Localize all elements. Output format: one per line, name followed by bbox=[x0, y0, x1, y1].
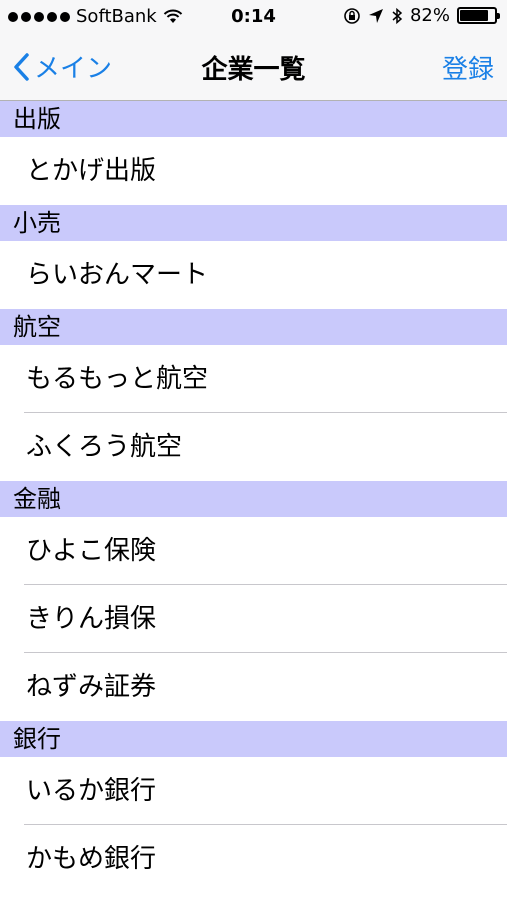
company-row[interactable]: きりん損保 bbox=[0, 585, 507, 653]
location-arrow-icon bbox=[368, 8, 383, 23]
battery-icon bbox=[457, 7, 500, 24]
top-bar: SoftBank 0:14 82% メイン 企業一覧 登録 bbox=[0, 0, 507, 101]
app-screen: SoftBank 0:14 82% メイン 企業一覧 登録 出版 とかげ出版 小… bbox=[0, 0, 507, 900]
status-bar: SoftBank 0:14 82% bbox=[0, 0, 507, 34]
status-right: 82% bbox=[343, 5, 500, 26]
bluetooth-icon bbox=[392, 7, 403, 24]
company-row[interactable]: とかげ出版 bbox=[0, 137, 507, 205]
section-header: 金融 bbox=[0, 481, 507, 517]
company-row[interactable]: ひよこ保険 bbox=[0, 517, 507, 585]
company-row[interactable]: ねずみ証券 bbox=[0, 653, 507, 721]
rotation-lock-icon bbox=[344, 7, 360, 24]
section-header: 小売 bbox=[0, 205, 507, 241]
battery-percent: 82% bbox=[409, 5, 450, 26]
company-row[interactable]: もるもっと航空 bbox=[0, 345, 507, 413]
battery-level-fill bbox=[460, 10, 488, 21]
navigation-bar: メイン 企業一覧 登録 bbox=[0, 34, 507, 100]
company-row[interactable]: かもめ銀行 bbox=[0, 825, 507, 893]
company-row[interactable]: らいおんマート bbox=[0, 241, 507, 309]
company-row[interactable]: いるか銀行 bbox=[0, 757, 507, 825]
section-header: 銀行 bbox=[0, 721, 507, 757]
page-title: 企業一覧 bbox=[201, 55, 306, 85]
section-header: 航空 bbox=[0, 309, 507, 345]
company-list: 出版 とかげ出版 小売 らいおんマート 航空 もるもっと航空 ふくろう航空 金融 ひよこ保険 きり… bbox=[0, 101, 507, 893]
section-header: 出版 bbox=[0, 101, 507, 137]
company-row[interactable]: ふくろう航空 bbox=[0, 413, 507, 481]
register-button[interactable]: 登録 bbox=[442, 49, 494, 86]
